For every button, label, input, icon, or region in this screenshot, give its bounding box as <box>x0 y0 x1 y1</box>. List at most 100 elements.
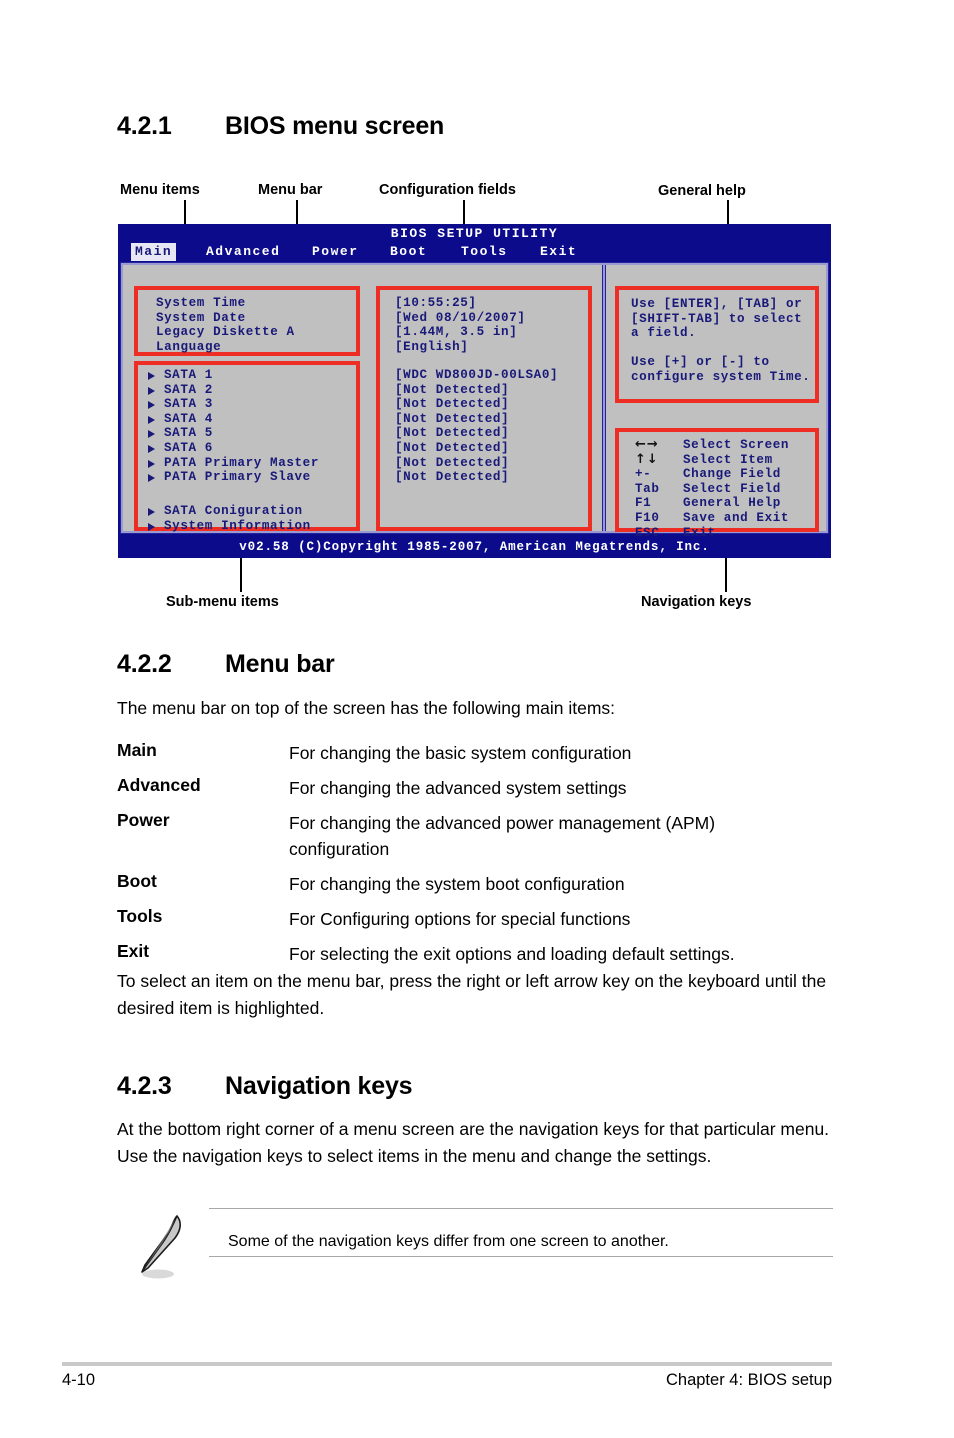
nav-key-plus-minus: +- <box>635 467 652 482</box>
menu-bar-definition-list: Main For changing the basic system confi… <box>117 740 857 976</box>
pen-icon <box>141 1215 181 1279</box>
definition-term-exit: Exit <box>117 941 150 961</box>
submenu-arrow-icon <box>148 401 155 410</box>
bios-config-field-language[interactable]: [English] <box>395 340 468 355</box>
menu-bar-intro-paragraph: The menu bar on top of the screen has th… <box>117 698 616 718</box>
submenu-arrow-icon <box>148 386 155 395</box>
submenu-arrow-icon <box>148 459 155 468</box>
definition-term-boot: Boot <box>117 871 157 891</box>
callout-menu-bar: Menu bar <box>258 182 323 198</box>
bios-submenu-item-pata-primary-master[interactable]: PATA Primary Master <box>164 456 319 471</box>
nav-action-select-screen: Select Screen <box>683 438 790 452</box>
bios-config-field-sata-3[interactable]: [Not Detected] <box>395 397 509 412</box>
bios-config-field-legacy-diskette-a[interactable]: [1.44M, 3.5 in] <box>395 325 517 340</box>
callout-menu-items: Menu items <box>120 182 200 198</box>
bios-general-help-line-1: Use [ENTER], [TAB] or <box>631 297 803 311</box>
submenu-arrow-icon <box>148 415 155 424</box>
definition-row-power: Power For changing the advanced power ma… <box>117 810 857 862</box>
callout-general-help: General help <box>658 183 746 199</box>
section-number: 4.2.1 <box>117 112 172 140</box>
note-top-rule <box>209 1208 833 1209</box>
bios-config-field-pata-primary-master[interactable]: [Not Detected] <box>395 456 509 471</box>
submenu-arrow-icon <box>148 508 155 516</box>
nav-action-select-field: Select Field <box>683 481 781 496</box>
section-title: BIOS menu screen <box>225 112 445 140</box>
submenu-arrow-icon <box>148 522 155 531</box>
bios-menu-tab-exit[interactable]: Exit <box>536 243 581 261</box>
bios-submenu-item-sata-2[interactable]: SATA 2 <box>164 383 213 398</box>
bios-config-field-sata-1[interactable]: [WDC WD800JD-00LSA0] <box>395 368 558 383</box>
bios-submenu-item-sata-1[interactable]: SATA 1 <box>164 368 213 383</box>
navigation-keys-paragraph: At the bottom right corner of a menu scr… <box>117 1119 830 1166</box>
definition-desc-exit: For selecting the exit options and loadi… <box>289 944 735 964</box>
bios-menu-item-language[interactable]: Language <box>156 340 221 355</box>
bios-pane-divider <box>602 265 606 531</box>
nav-action-general-help: General Help <box>683 496 781 511</box>
bios-general-help-line-6: configure system Time. <box>631 370 811 384</box>
bios-submenu-item-sata-6[interactable]: SATA 6 <box>164 441 213 456</box>
bios-config-field-sata-5[interactable]: [Not Detected] <box>395 426 509 441</box>
bios-menu-bar: Main Advanced Power Boot Tools Exit <box>118 243 831 262</box>
nav-action-select-item: Select Item <box>683 452 773 467</box>
nav-key-left-right-arrow-icon: ←→ <box>635 437 659 452</box>
bios-submenu-item-sata-3[interactable]: SATA 3 <box>164 397 213 412</box>
chapter-label: Chapter 4: BIOS setup <box>665 1371 832 1389</box>
bios-menu-item-system-time[interactable]: System Time <box>156 296 246 311</box>
callout-navigation-keys: Navigation keys <box>641 594 752 610</box>
menu-bar-outro-paragraph: To select an item on the menu bar, press… <box>117 971 827 1018</box>
definition-row-main: Main For changing the basic system confi… <box>117 740 857 766</box>
nav-key-f10: F10 <box>635 511 660 525</box>
note-text: Some of the navigation keys differ from … <box>228 1233 669 1250</box>
bios-menu-tab-advanced[interactable]: Advanced <box>202 243 284 261</box>
nav-action-change-field: Change Field <box>683 467 781 482</box>
callout-sub-menu-items: Sub-menu items <box>166 594 279 610</box>
bios-menu-item-system-date[interactable]: System Date <box>156 311 246 326</box>
bios-config-field-sata-6[interactable]: [Not Detected] <box>395 441 509 456</box>
bios-menu-item-legacy-diskette-a[interactable]: Legacy Diskette A <box>156 325 295 340</box>
submenu-arrow-icon <box>148 430 155 439</box>
definition-row-advanced: Advanced For changing the advanced syste… <box>117 775 857 801</box>
bios-submenu-item-system-information[interactable]: System Information <box>164 519 311 534</box>
bios-config-field-sata-4[interactable]: [Not Detected] <box>395 412 509 427</box>
bios-config-field-system-time[interactable]: [10:55:25] <box>395 296 477 311</box>
definition-desc-boot: For changing the system boot configurati… <box>289 874 625 894</box>
bios-submenu-item-sata-5[interactable]: SATA 5 <box>164 426 213 441</box>
section-heading-422: 4.2.2 Menu bar <box>117 650 335 679</box>
bios-menu-tab-main[interactable]: Main <box>131 243 177 261</box>
definition-term-power: Power <box>117 810 170 830</box>
bios-general-help-line-3: a field. <box>631 326 697 341</box>
page-number: 4-10 <box>62 1371 96 1389</box>
section-title: Navigation keys <box>225 1072 413 1100</box>
bios-general-help-line-5: Use [+] or [-] to <box>631 355 770 370</box>
definition-row-boot: Boot For changing the system boot config… <box>117 871 857 897</box>
bios-menu-tab-boot[interactable]: Boot <box>386 243 431 261</box>
bios-title: BIOS SETUP UTILITY <box>390 226 559 241</box>
bios-submenu-item-sata-configuration[interactable]: SATA Coniguration <box>164 504 303 519</box>
definition-desc-advanced: For changing the advanced system setting… <box>289 778 627 798</box>
bios-copyright-footer: v02.58 (C)Copyright 1985-2007, American … <box>118 536 831 558</box>
submenu-arrow-icon <box>148 445 155 453</box>
bios-submenu-item-pata-primary-slave[interactable]: PATA Primary Slave <box>164 470 311 485</box>
definition-desc-main: For changing the basic system configurat… <box>289 743 632 763</box>
bios-setup-screen: BIOS SETUP UTILITY Main Advanced Power B… <box>118 224 831 558</box>
bios-menu-tab-tools[interactable]: Tools <box>457 243 512 261</box>
definition-term-tools: Tools <box>117 906 163 926</box>
bios-config-field-pata-primary-slave[interactable]: [Not Detected] <box>395 470 509 485</box>
note-bottom-rule <box>209 1256 833 1257</box>
bios-submenu-item-sata-4[interactable]: SATA 4 <box>164 412 213 427</box>
page-footer-rule <box>62 1362 832 1366</box>
bios-general-help-line-2: [SHIFT-TAB] to select <box>631 311 803 326</box>
section-heading-423: 4.2.3 Navigation keys <box>117 1072 413 1101</box>
submenu-arrow-icon <box>148 474 155 483</box>
definition-term-main: Main <box>117 740 157 760</box>
bios-config-field-sata-2[interactable]: [Not Detected] <box>395 383 509 398</box>
nav-action-save-and-exit: Save and Exit <box>683 511 790 525</box>
bios-menu-tab-power[interactable]: Power <box>308 243 363 261</box>
definition-term-advanced: Advanced <box>117 775 201 795</box>
nav-key-up-down-arrow-icon: ↑↓ <box>635 451 659 467</box>
section-number: 4.2.3 <box>117 1072 172 1100</box>
definition-desc-tools: For Configuring options for special func… <box>289 909 631 929</box>
nav-key-f1: F1 <box>635 496 652 511</box>
nav-key-tab: Tab <box>635 481 660 496</box>
bios-config-field-system-date[interactable]: [Wed 08/10/2007] <box>395 311 526 326</box>
